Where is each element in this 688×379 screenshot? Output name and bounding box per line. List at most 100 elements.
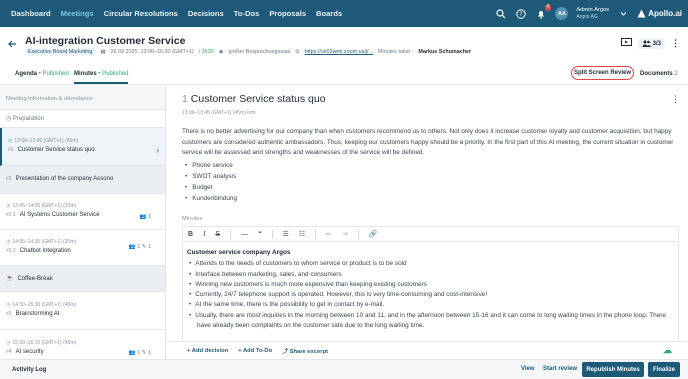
nav-proposals[interactable]: Proposals: [269, 9, 306, 18]
share-icon: ⤴: [282, 349, 290, 355]
toolbar-divider: [230, 229, 232, 239]
clock-icon: ◷: [8, 138, 13, 144]
republish-minutes-button[interactable]: Republish Minutes: [582, 362, 644, 377]
location-icon: ◉: [218, 49, 224, 55]
share-excerpt-button[interactable]: ⤴ Share excerpt: [282, 346, 328, 355]
chevron-down-icon[interactable]: [617, 8, 629, 20]
list-item: Usually, there are most inquiries in the…: [195, 311, 674, 332]
indent-icon[interactable]: ⇥: [342, 230, 348, 238]
logo-mark-icon: [637, 9, 646, 18]
bold-icon[interactable]: B: [188, 231, 193, 238]
documents-count: 2: [674, 71, 678, 77]
nav-meetings[interactable]: Meetings: [61, 9, 94, 18]
agenda-item-detail: 1 Customer Service status quo 13:00–13:4…: [167, 86, 688, 341]
add-todo-button[interactable]: + Add To-Do: [238, 348, 272, 354]
present-icon[interactable]: [620, 38, 632, 49]
horizontal-rule-icon[interactable]: —: [241, 231, 248, 238]
nav-decisions[interactable]: Decisions: [188, 9, 224, 18]
nav-todos[interactable]: To-Dos: [234, 9, 260, 18]
nav-circular-resolutions[interactable]: Circular Resolutions: [104, 9, 178, 18]
nav-boards[interactable]: Boards: [316, 9, 342, 18]
sidebar-item-brainstorming[interactable]: ◷ 14:50–15:30 (GMT+1) (40m) #3 Brainstormi…: [0, 292, 165, 330]
minutes-editor[interactable]: Customer service company Argos Attends t…: [182, 242, 679, 341]
bullet-list-icon[interactable]: ☰: [283, 230, 289, 238]
minutes-label: Minutes: [182, 216, 203, 222]
meeting-location: großer Besprechungssaal: [228, 49, 291, 55]
minutes-taker: Markus Schumacher: [418, 49, 472, 55]
sidebar-item-coffee-break[interactable]: ☕ Coffee-Break: [0, 266, 165, 292]
user-org: Argos AG: [576, 13, 598, 20]
list-item: Phone service: [185, 162, 233, 169]
agenda-item-counts: 👥 1: [139, 214, 151, 220]
sidebar-item-ai-security[interactable]: ◷ 15:30–16:15 (GMT+1) (45m) #4 AI security…: [0, 330, 165, 362]
help-icon[interactable]: ?: [515, 8, 527, 20]
clock-icon: ◷: [6, 239, 11, 245]
notification-badge: 4: [544, 3, 552, 11]
tab-minutes[interactable]: Minutes • Published: [74, 71, 129, 84]
quote-icon[interactable]: “: [258, 231, 262, 238]
documents-tab[interactable]: Documents 2: [640, 71, 678, 77]
sidebar-item-chatbot[interactable]: ◷ 14:05–14:35 (GMT+1) (30m) #2.2 Chatbot I…: [0, 230, 165, 266]
editor-heading: Customer service company Argos: [187, 249, 291, 256]
activity-log-button[interactable]: Activity Log: [12, 367, 46, 373]
agenda-item-title: #2 Presentation of the company Assono: [6, 176, 114, 182]
meeting-meta: Executive Board Marketing ▦ 26.02.2025, …: [25, 48, 471, 56]
clock-icon: ◷: [6, 203, 11, 209]
list-item: Winning new customers is much more expen…: [195, 280, 674, 290]
add-decision-button[interactable]: + Add decision: [187, 348, 228, 354]
user-name: Admin Argos: [576, 6, 610, 13]
board-badge[interactable]: Executive Board Marketing: [25, 48, 96, 56]
cloud-saved-icon: ☁: [663, 345, 672, 355]
people-icon: [642, 40, 651, 47]
calendar-icon: ▦: [100, 49, 106, 55]
agenda-item-counts: 👥 1 ✎ 1: [128, 350, 151, 356]
list-item: Attends to the needs of customers to who…: [195, 259, 674, 269]
participants-count: 3/3: [652, 40, 661, 47]
link-icon: ⊘: [295, 49, 300, 55]
tab-agenda-status: • Published: [38, 71, 69, 77]
meeting-link[interactable]: https://us02web.zoom.us/j/...: [305, 49, 373, 55]
start-review-button[interactable]: Start review: [543, 366, 577, 372]
split-screen-review-button[interactable]: Split Screen Review: [571, 66, 634, 80]
svg-text:?: ?: [520, 11, 523, 18]
kebab-menu-icon[interactable]: ⋮: [671, 38, 680, 49]
agenda-item-title: #3 Brainstorming AI: [6, 311, 60, 317]
meeting-duration: / 3h30: [198, 49, 214, 55]
minutes-taker-label: Minutes taker :: [378, 49, 414, 55]
tabs-bar: Agenda • Published Minutes • Published S…: [0, 65, 688, 85]
agenda-item-title: #2.1 AI Systems Customer Service: [6, 212, 100, 218]
sidebar-preparation[interactable]: ◷ Preparation: [0, 110, 165, 128]
agenda-item-time: ◷ 13:45–14:05 (GMT+1) (20m): [6, 203, 77, 209]
agenda-item-time: ◷ 15:30–16:15 (GMT+1) (45m): [6, 340, 77, 346]
agenda-item-title: ☕ Coffee-Break: [6, 275, 53, 283]
meeting-datetime: 26.02.2025, 13:00–16:30 (GMT+1): [110, 49, 194, 55]
participants-button[interactable]: 3/3: [637, 38, 665, 49]
avatar[interactable]: AA: [555, 7, 569, 20]
sidebar-meeting-info[interactable]: Meeting information & attendance: [0, 86, 165, 110]
tab-agenda[interactable]: Agenda • Published: [15, 71, 69, 77]
view-button[interactable]: View: [521, 366, 535, 372]
logo-text: Apollo.ai: [648, 9, 682, 18]
search-icon[interactable]: [495, 8, 507, 20]
apollo-logo: Apollo.ai: [637, 9, 682, 18]
item-title-text: Customer Service status quo: [190, 93, 326, 105]
outdent-icon[interactable]: ⇤: [326, 230, 332, 238]
bell-icon[interactable]: 4: [535, 3, 552, 20]
finalize-button[interactable]: Finalize: [648, 362, 680, 377]
tab-agenda-label: Agenda: [15, 71, 38, 77]
back-arrow-icon[interactable]: [8, 40, 17, 50]
numbered-list-icon[interactable]: ☷: [299, 230, 305, 238]
link-icon[interactable]: 🔗: [369, 230, 378, 238]
nav-dashboard[interactable]: Dashboard: [11, 9, 51, 18]
sidebar-item-customer-service[interactable]: ◷ 13:00–13:45 (GMT+1) (45m) #1 Customer Se…: [0, 128, 165, 166]
documents-label: Documents: [640, 71, 673, 77]
user-info[interactable]: Admin Argos Argos AG: [576, 7, 609, 21]
kebab-menu-icon[interactable]: ⋮: [671, 94, 680, 105]
italic-icon[interactable]: I: [203, 230, 205, 238]
sidebar-item-ai-systems[interactable]: ◷ 13:45–14:05 (GMT+1) (20m) #2.1 AI System…: [0, 194, 165, 230]
toolbar-divider: [271, 229, 273, 239]
editor-list: Attends to the needs of customers to who…: [187, 259, 674, 331]
strikethrough-icon[interactable]: S: [215, 231, 220, 238]
sidebar-item-presentation[interactable]: #2 Presentation of the company Assono: [0, 166, 165, 194]
item-description: There is no better advertising for our c…: [182, 128, 674, 156]
